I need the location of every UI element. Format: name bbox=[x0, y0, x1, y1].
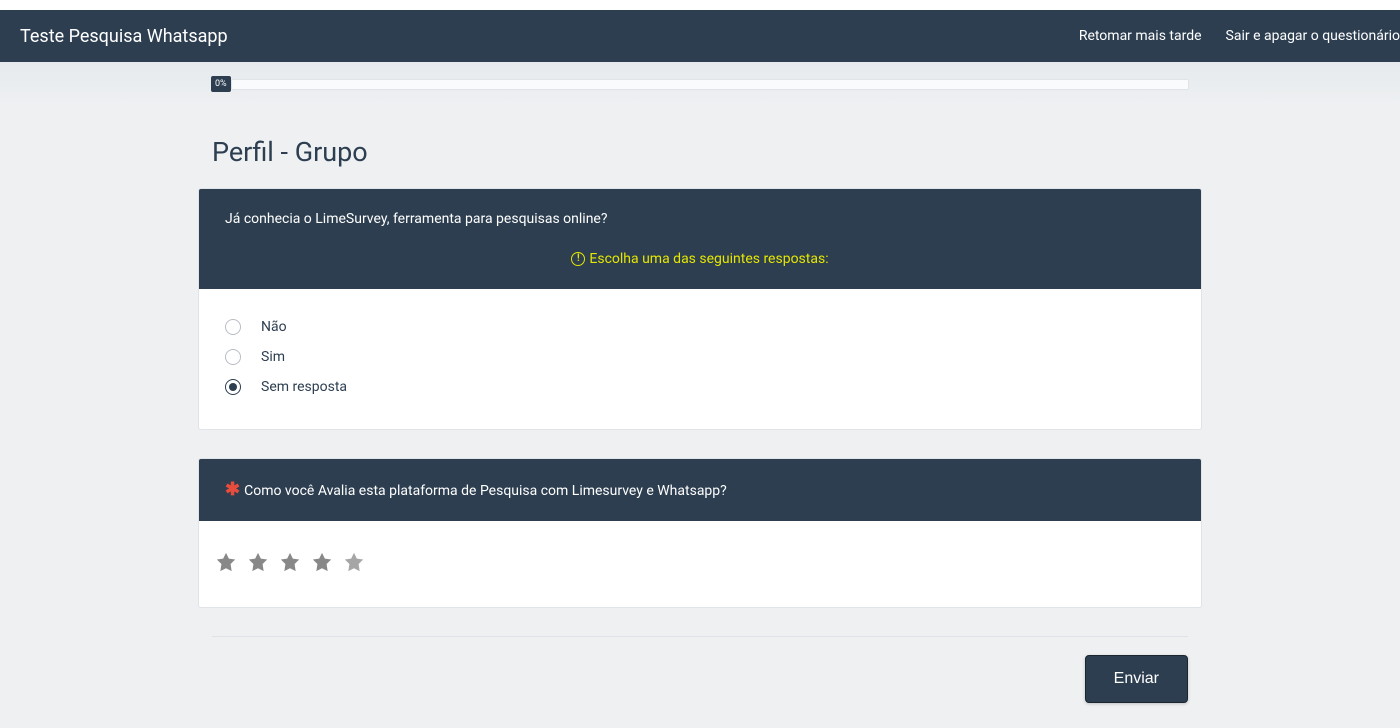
radio-icon bbox=[225, 319, 241, 335]
question-header-1: Já conhecia o LimeSurvey, ferramenta par… bbox=[199, 189, 1201, 289]
radio-option-noanswer[interactable]: Sem resposta bbox=[225, 379, 1175, 395]
question-text-2: Como você Avalia esta plataforma de Pesq… bbox=[244, 483, 727, 499]
question-body-2 bbox=[199, 521, 1201, 607]
radio-option-no[interactable]: Não bbox=[225, 319, 1175, 335]
star-icon-5[interactable] bbox=[343, 551, 365, 573]
radio-label-yes: Sim bbox=[261, 349, 285, 365]
star-icon-4[interactable] bbox=[311, 551, 333, 573]
group-title: Perfil - Grupo bbox=[212, 136, 1202, 168]
question-body-1: Não Sim Sem resposta bbox=[199, 289, 1201, 429]
question-help-1: ! Escolha uma das seguintes respostas: bbox=[225, 251, 1175, 267]
radio-option-yes[interactable]: Sim bbox=[225, 349, 1175, 365]
radio-label-no: Não bbox=[261, 319, 287, 335]
question-card-2: ✱Como você Avalia esta plataforma de Pes… bbox=[198, 458, 1202, 608]
progress-bar bbox=[231, 79, 1189, 90]
required-asterisk-icon: ✱ bbox=[225, 479, 240, 500]
survey-title[interactable]: Teste Pesquisa Whatsapp bbox=[20, 26, 228, 47]
radio-icon-selected bbox=[225, 379, 241, 395]
resume-later-link[interactable]: Retomar mais tarde bbox=[1079, 28, 1202, 44]
star-icon-1[interactable] bbox=[215, 551, 237, 573]
question-help-text-1: Escolha uma das seguintes respostas: bbox=[589, 251, 828, 267]
question-header-2: ✱Como você Avalia esta plataforma de Pes… bbox=[199, 459, 1201, 521]
progress-section: 0% bbox=[0, 62, 1400, 106]
info-icon: ! bbox=[571, 252, 585, 266]
submit-button[interactable]: Enviar bbox=[1085, 655, 1188, 703]
navbar-right: Retomar mais tarde Sair e apagar o quest… bbox=[1079, 28, 1400, 44]
star-rating bbox=[215, 551, 1185, 573]
radio-label-noanswer: Sem resposta bbox=[261, 379, 347, 395]
star-icon-3[interactable] bbox=[279, 551, 301, 573]
question-text-1: Já conhecia o LimeSurvey, ferramenta par… bbox=[225, 211, 1175, 227]
radio-icon bbox=[225, 349, 241, 365]
footer-area: Enviar bbox=[212, 636, 1188, 703]
progress-percent-badge: 0% bbox=[211, 76, 231, 92]
exit-clear-link[interactable]: Sair e apagar o questionário bbox=[1226, 28, 1400, 44]
navbar: Teste Pesquisa Whatsapp Retomar mais tar… bbox=[0, 10, 1400, 62]
question-card-1: Já conhecia o LimeSurvey, ferramenta par… bbox=[198, 188, 1202, 430]
star-icon-2[interactable] bbox=[247, 551, 269, 573]
